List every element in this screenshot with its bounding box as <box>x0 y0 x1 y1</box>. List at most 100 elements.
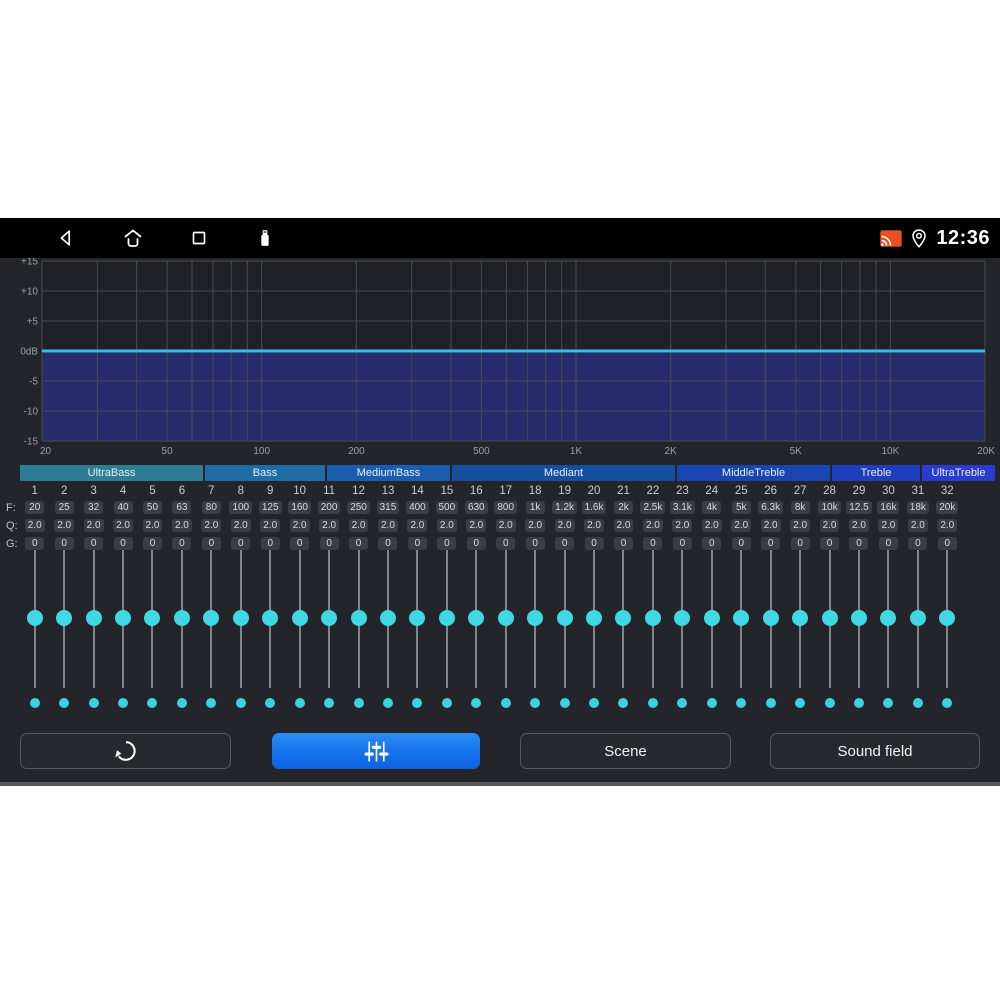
q-value-chip[interactable]: 2.0 <box>554 519 575 532</box>
q-value-chip[interactable]: 2.0 <box>113 519 133 532</box>
home-icon[interactable] <box>121 226 145 250</box>
slider-thumb[interactable] <box>527 610 544 626</box>
f-value-chip[interactable]: 400 <box>406 501 429 514</box>
usb-icon[interactable] <box>254 227 276 249</box>
eq-band-slider[interactable] <box>197 550 226 688</box>
f-value-chip[interactable]: 4k <box>702 501 722 514</box>
g-value-chip[interactable]: 0 <box>937 537 957 550</box>
slider-thumb[interactable] <box>821 610 838 626</box>
f-value-chip[interactable]: 80 <box>201 501 221 514</box>
eq-band-slider[interactable] <box>785 550 814 688</box>
q-value-chip[interactable]: 2.0 <box>142 519 163 532</box>
slider-thumb[interactable] <box>321 610 338 626</box>
g-value-chip[interactable]: 0 <box>290 537 310 550</box>
q-value-chip[interactable]: 2.0 <box>495 519 516 532</box>
eq-band-slider[interactable] <box>314 550 343 688</box>
g-value-chip[interactable]: 0 <box>849 537 869 550</box>
slider-thumb[interactable] <box>468 610 485 626</box>
f-value-chip[interactable]: 20k <box>936 501 959 514</box>
g-value-chip[interactable]: 0 <box>908 537 928 550</box>
g-value-chip[interactable]: 0 <box>319 537 339 550</box>
band-header-bass[interactable]: Bass <box>205 465 325 481</box>
q-value-chip[interactable]: 2.0 <box>171 519 192 532</box>
g-value-chip[interactable]: 0 <box>349 537 369 550</box>
eq-band-slider[interactable] <box>903 550 932 688</box>
band-header-ultrabass[interactable]: UltraBass <box>20 465 203 481</box>
eq-band-slider[interactable] <box>403 550 432 688</box>
f-value-chip[interactable]: 50 <box>142 501 162 514</box>
eq-band-slider[interactable] <box>462 550 491 688</box>
q-value-chip[interactable]: 2.0 <box>260 519 281 532</box>
slider-thumb[interactable] <box>350 610 367 626</box>
slider-thumb[interactable] <box>115 610 132 626</box>
f-value-chip[interactable]: 40 <box>113 501 133 514</box>
eq-band-slider[interactable] <box>344 550 373 688</box>
eq-band-slider[interactable] <box>579 550 608 688</box>
f-value-chip[interactable]: 125 <box>258 501 282 514</box>
f-value-chip[interactable]: 160 <box>288 501 311 514</box>
g-value-chip[interactable]: 0 <box>672 537 692 550</box>
q-value-chip[interactable]: 2.0 <box>83 519 104 532</box>
eq-band-slider[interactable] <box>638 550 667 688</box>
slider-thumb[interactable] <box>939 610 956 626</box>
eq-band-slider[interactable] <box>815 550 844 688</box>
eq-band-slider[interactable] <box>756 550 785 688</box>
q-value-chip[interactable]: 2.0 <box>878 519 899 532</box>
slider-thumb[interactable] <box>497 610 514 626</box>
eq-band-slider[interactable] <box>167 550 196 688</box>
reset-button[interactable] <box>20 733 231 769</box>
q-value-chip[interactable]: 2.0 <box>672 519 693 532</box>
slider-thumb[interactable] <box>144 610 161 626</box>
eq-band-slider[interactable] <box>668 550 697 688</box>
g-value-chip[interactable]: 0 <box>820 537 840 550</box>
f-value-chip[interactable]: 1.2k <box>552 501 578 514</box>
q-value-chip[interactable]: 2.0 <box>289 519 310 532</box>
f-value-chip[interactable]: 800 <box>494 501 518 514</box>
slider-thumb[interactable] <box>674 610 691 626</box>
slider-thumb[interactable] <box>232 610 249 626</box>
eq-band-slider[interactable] <box>79 550 108 688</box>
slider-thumb[interactable] <box>173 610 190 626</box>
slider-thumb[interactable] <box>850 610 867 626</box>
g-value-chip[interactable]: 0 <box>54 537 74 550</box>
eq-band-slider[interactable] <box>491 550 520 688</box>
q-value-chip[interactable]: 2.0 <box>731 519 752 532</box>
g-value-chip[interactable]: 0 <box>25 537 45 550</box>
slider-thumb[interactable] <box>85 610 102 626</box>
q-value-chip[interactable]: 2.0 <box>348 519 369 532</box>
g-value-chip[interactable]: 0 <box>496 537 516 550</box>
f-value-chip[interactable]: 6.3k <box>758 501 784 514</box>
g-value-chip[interactable]: 0 <box>761 537 781 550</box>
slider-thumb[interactable] <box>644 610 661 626</box>
f-value-chip[interactable]: 10k <box>818 501 841 514</box>
f-value-chip[interactable]: 25 <box>54 501 74 514</box>
q-value-chip[interactable]: 2.0 <box>378 519 398 532</box>
slider-thumb[interactable] <box>203 610 220 626</box>
q-value-chip[interactable]: 2.0 <box>525 519 546 532</box>
q-value-chip[interactable]: 2.0 <box>54 519 75 532</box>
g-value-chip[interactable]: 0 <box>584 537 604 550</box>
g-value-chip[interactable]: 0 <box>878 537 898 550</box>
q-value-chip[interactable]: 2.0 <box>230 519 251 532</box>
eq-band-slider[interactable] <box>874 550 903 688</box>
g-value-chip[interactable]: 0 <box>172 537 192 550</box>
slider-thumb[interactable] <box>56 610 73 626</box>
eq-band-slider[interactable] <box>844 550 873 688</box>
slider-thumb[interactable] <box>379 610 396 626</box>
f-value-chip[interactable]: 3.1k <box>669 501 695 514</box>
slider-thumb[interactable] <box>586 610 603 626</box>
recents-icon[interactable] <box>188 227 210 249</box>
slider-thumb[interactable] <box>556 610 573 626</box>
f-value-chip[interactable]: 5k <box>731 501 751 514</box>
q-value-chip[interactable]: 2.0 <box>466 519 487 532</box>
slider-thumb[interactable] <box>291 610 308 626</box>
slider-thumb[interactable] <box>409 610 426 626</box>
q-value-chip[interactable]: 2.0 <box>701 519 722 532</box>
slider-thumb[interactable] <box>615 610 632 626</box>
eq-band-slider[interactable] <box>697 550 726 688</box>
q-value-chip[interactable]: 2.0 <box>790 519 811 532</box>
band-header-treble[interactable]: Treble <box>832 465 920 481</box>
f-value-chip[interactable]: 12.5 <box>846 501 872 514</box>
slider-thumb[interactable] <box>909 610 926 626</box>
eq-band-slider[interactable] <box>256 550 285 688</box>
